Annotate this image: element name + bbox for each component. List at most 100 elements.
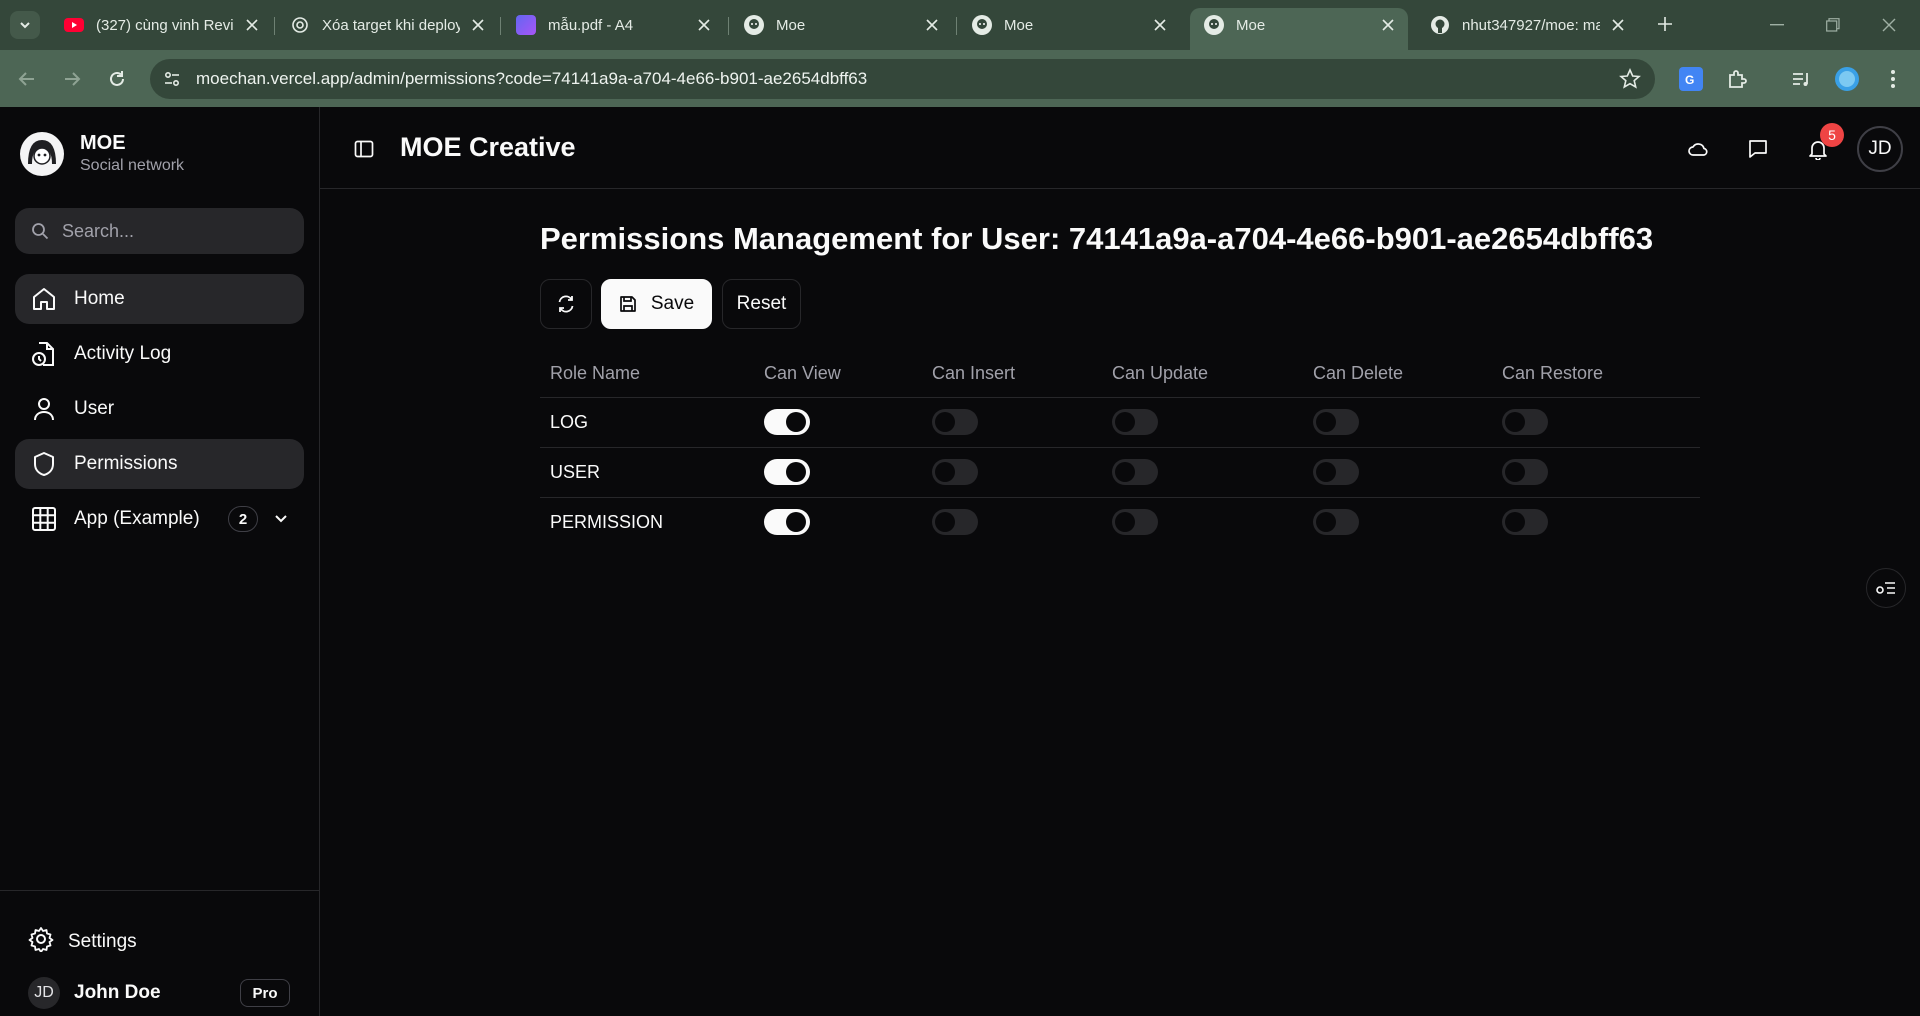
close-icon[interactable]: [468, 19, 488, 31]
permission-toggle[interactable]: [1313, 459, 1359, 485]
floating-settings-button[interactable]: [1866, 568, 1906, 608]
sidebar-item-user[interactable]: User: [15, 384, 304, 434]
tab-title: nhut347927/moe: main: [1462, 16, 1600, 34]
sidebar-item-activity-log[interactable]: Activity Log: [15, 329, 304, 379]
message-icon[interactable]: [1745, 136, 1771, 162]
permission-toggle[interactable]: [764, 409, 810, 435]
close-icon[interactable]: [242, 19, 262, 31]
extensions-puzzle-icon[interactable]: [1724, 66, 1750, 92]
google-translate-icon[interactable]: G: [1678, 66, 1704, 92]
sidebar-item-label: User: [74, 398, 115, 419]
cloud-icon[interactable]: [1685, 136, 1711, 162]
address-url[interactable]: moechan.vercel.app/admin/permissions?cod…: [196, 69, 867, 89]
toggle-knob: [786, 462, 806, 482]
permission-toggle[interactable]: [932, 509, 978, 536]
sidebar-item-app-example[interactable]: App (Example) 2: [15, 494, 304, 544]
restore-button[interactable]: [1822, 14, 1844, 36]
site-info-icon[interactable]: [158, 65, 186, 93]
avatar[interactable]: JD: [1857, 126, 1903, 172]
openai-icon: [290, 15, 310, 35]
settings-link[interactable]: Settings: [28, 926, 137, 957]
permission-toggle[interactable]: [1112, 509, 1158, 536]
tab-title: Moe: [1236, 16, 1266, 34]
address-bar[interactable]: moechan.vercel.app/admin/permissions?cod…: [150, 59, 1655, 99]
action-bar: Save Reset: [540, 279, 1700, 329]
browser-tab[interactable]: Moe: [730, 8, 952, 42]
browser-tab[interactable]: nhut347927/moe: main: [1416, 8, 1638, 42]
chevron-down-icon: [20, 22, 30, 29]
permission-toggle[interactable]: [1112, 459, 1158, 485]
sidebar: MOE Social network Home Activity Log: [0, 107, 320, 1016]
permission-toggle[interactable]: [932, 409, 978, 435]
browser-tab[interactable]: (327) cùng vinh Review: [50, 8, 272, 42]
browser-tab-active[interactable]: Moe: [1190, 8, 1408, 50]
media-controls-icon[interactable]: [1788, 66, 1814, 92]
permission-toggle[interactable]: [764, 459, 810, 485]
permission-toggle[interactable]: [932, 459, 978, 485]
sidebar-item-home[interactable]: Home: [15, 274, 304, 324]
brand[interactable]: MOE Social network: [20, 131, 184, 177]
permission-toggle[interactable]: [1502, 409, 1548, 435]
sidebar-item-label: Permissions: [74, 453, 178, 474]
reload-icon: [110, 71, 124, 86]
moe-icon: [972, 15, 992, 35]
close-window-button[interactable]: [1878, 14, 1900, 36]
sidebar-item-label: Home: [74, 288, 125, 309]
toggle-knob: [935, 412, 955, 432]
activity-log-icon: [30, 340, 58, 368]
tab-title: Moe: [776, 16, 806, 34]
github-icon: [1430, 15, 1450, 35]
tab-title: (327) cùng vinh Review: [96, 16, 234, 34]
save-button[interactable]: Save: [601, 279, 712, 329]
save-icon: [619, 295, 637, 313]
permission-toggle[interactable]: [1502, 459, 1548, 485]
moe-icon: [744, 15, 764, 35]
close-icon[interactable]: [1150, 19, 1170, 31]
top-header: MOE Creative 5 JD: [320, 107, 1920, 189]
reset-button[interactable]: Reset: [722, 279, 801, 329]
toggle-knob: [1316, 412, 1336, 432]
permission-toggle[interactable]: [1313, 509, 1359, 536]
search-input[interactable]: [62, 220, 292, 242]
settings-label: Settings: [68, 930, 137, 952]
column-header: Role Name: [540, 351, 764, 398]
page-title: Permissions Management for User: 74141a9…: [540, 221, 1654, 256]
browser-menu-icon[interactable]: [1880, 66, 1906, 92]
sidebar-footer: Settings JD John Doe Pro: [0, 890, 320, 1016]
permission-cell: [932, 447, 1112, 498]
main-content: Permissions Management for User: 74141a9…: [540, 219, 1700, 547]
new-tab-button[interactable]: [1653, 12, 1677, 36]
close-icon[interactable]: [1378, 19, 1398, 31]
arrow-left-icon: [18, 72, 34, 86]
close-icon[interactable]: [922, 19, 942, 31]
permission-cell: [1502, 497, 1700, 547]
sidebar-toggle-icon[interactable]: [352, 137, 376, 161]
tab-search-button[interactable]: [10, 11, 40, 39]
close-icon[interactable]: [1608, 19, 1628, 31]
profile-avatar-icon[interactable]: [1834, 66, 1860, 92]
permission-toggle[interactable]: [1112, 409, 1158, 435]
browser-tab[interactable]: Xóa target khi deploy: [276, 8, 498, 42]
permission-toggle[interactable]: [1502, 509, 1548, 536]
bookmark-star-icon[interactable]: [1619, 68, 1641, 95]
back-button[interactable]: [13, 65, 41, 93]
browser-tab[interactable]: Moe: [958, 8, 1180, 42]
youtube-icon: [64, 15, 84, 35]
browser-tab[interactable]: mẫu.pdf - A4: [502, 8, 724, 42]
table-row: PERMISSION: [540, 497, 1700, 547]
chevron-down-icon[interactable]: [271, 509, 291, 529]
reload-button[interactable]: [103, 65, 131, 93]
permission-cell: [1313, 447, 1502, 498]
permission-toggle[interactable]: [1313, 409, 1359, 435]
forward-button[interactable]: [58, 65, 86, 93]
close-icon[interactable]: [694, 19, 714, 31]
permission-toggle[interactable]: [764, 509, 810, 536]
sidebar-item-permissions[interactable]: Permissions: [15, 439, 304, 489]
search-box[interactable]: [15, 208, 304, 254]
user-profile[interactable]: JD John Doe Pro: [28, 977, 290, 1009]
sidebar-item-label: App (Example): [74, 508, 200, 529]
table-header-row: Role Name Can View Can Insert Can Update…: [540, 351, 1700, 398]
role-name-cell: USER: [540, 447, 764, 498]
refresh-button[interactable]: [540, 279, 592, 329]
minimize-button[interactable]: [1766, 14, 1788, 36]
